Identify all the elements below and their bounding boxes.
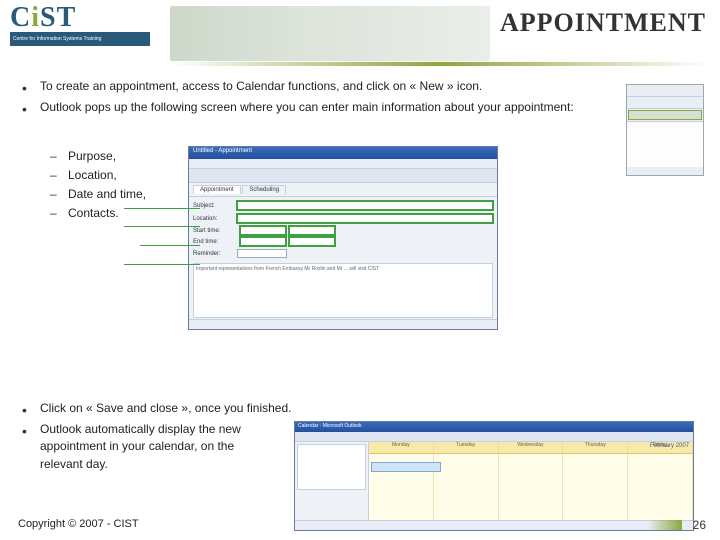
field-end-time: End time: <box>193 237 493 246</box>
slide-header: CiST Centre for Information Systems Trai… <box>0 0 720 70</box>
tab-scheduling: Scheduling <box>242 185 286 194</box>
bullet-2: Outlook pops up the following screen whe… <box>18 99 702 116</box>
calendar-appointment-block <box>371 462 441 472</box>
day-col: Thursday <box>563 442 628 453</box>
bullet-1: To create an appointment, access to Cale… <box>18 78 702 95</box>
footer-accent <box>648 520 682 530</box>
form-tabs: Appointment Scheduling <box>189 183 497 197</box>
logo-text: CiST <box>10 2 165 34</box>
bullet-4-text: Outlook automatically display the new ap… <box>40 421 280 473</box>
form-body: Important representatives from French Em… <box>193 263 493 318</box>
day-col: Wednesday <box>499 442 564 453</box>
field-start-time: Start time: <box>193 226 493 235</box>
bullet-4: Outlook automatically display the new ap… <box>18 421 702 531</box>
cal-month-label: February 2007 <box>650 442 689 451</box>
cal-statusbar <box>295 520 693 530</box>
connector-line <box>140 245 200 246</box>
field-reminder: Reminder: <box>193 248 493 259</box>
slide-title: APPOINTMENT <box>500 8 706 38</box>
cal-grid: February 2007 Monday Tuesday Wednesday T… <box>369 442 693 522</box>
connector-line <box>124 226 200 227</box>
header-underline <box>170 62 710 66</box>
mini-calendar <box>297 444 366 490</box>
logo-bar: Centre for Information Systems Training <box>10 32 150 46</box>
form-toolbar <box>189 169 497 183</box>
field-location: Location: <box>193 213 493 224</box>
cal-toolbar <box>295 432 693 442</box>
banner-photo <box>170 6 490 61</box>
outlook-appointment-screenshot: Untitled - Appointment Appointment Sched… <box>188 146 498 330</box>
cal-titlebar: Calendar - Microsoft Outlook <box>295 422 693 432</box>
copyright-footer: Copyright © 2007 - CIST <box>18 518 139 530</box>
bullet-list-2: Click on « Save and close », once you fi… <box>18 400 702 531</box>
cist-logo: CiST Centre for Information Systems Trai… <box>10 2 165 62</box>
day-col: Monday <box>369 442 434 453</box>
day-col: Tuesday <box>434 442 499 453</box>
connector-line <box>124 264 200 265</box>
form-statusbar <box>189 319 497 329</box>
field-subject: Subject: <box>193 200 493 211</box>
form-titlebar: Untitled - Appointment <box>189 147 497 159</box>
tab-appointment: Appointment <box>193 185 241 194</box>
bullet-3: Click on « Save and close », once you fi… <box>18 400 702 417</box>
outlook-calendar-screenshot: Calendar - Microsoft Outlook February 20… <box>294 421 694 531</box>
cal-sidebar <box>295 442 369 522</box>
page-number: 26 <box>693 518 706 532</box>
form-menubar <box>189 159 497 169</box>
bullet-list: To create an appointment, access to Cale… <box>18 78 702 117</box>
connector-line <box>124 208 200 209</box>
